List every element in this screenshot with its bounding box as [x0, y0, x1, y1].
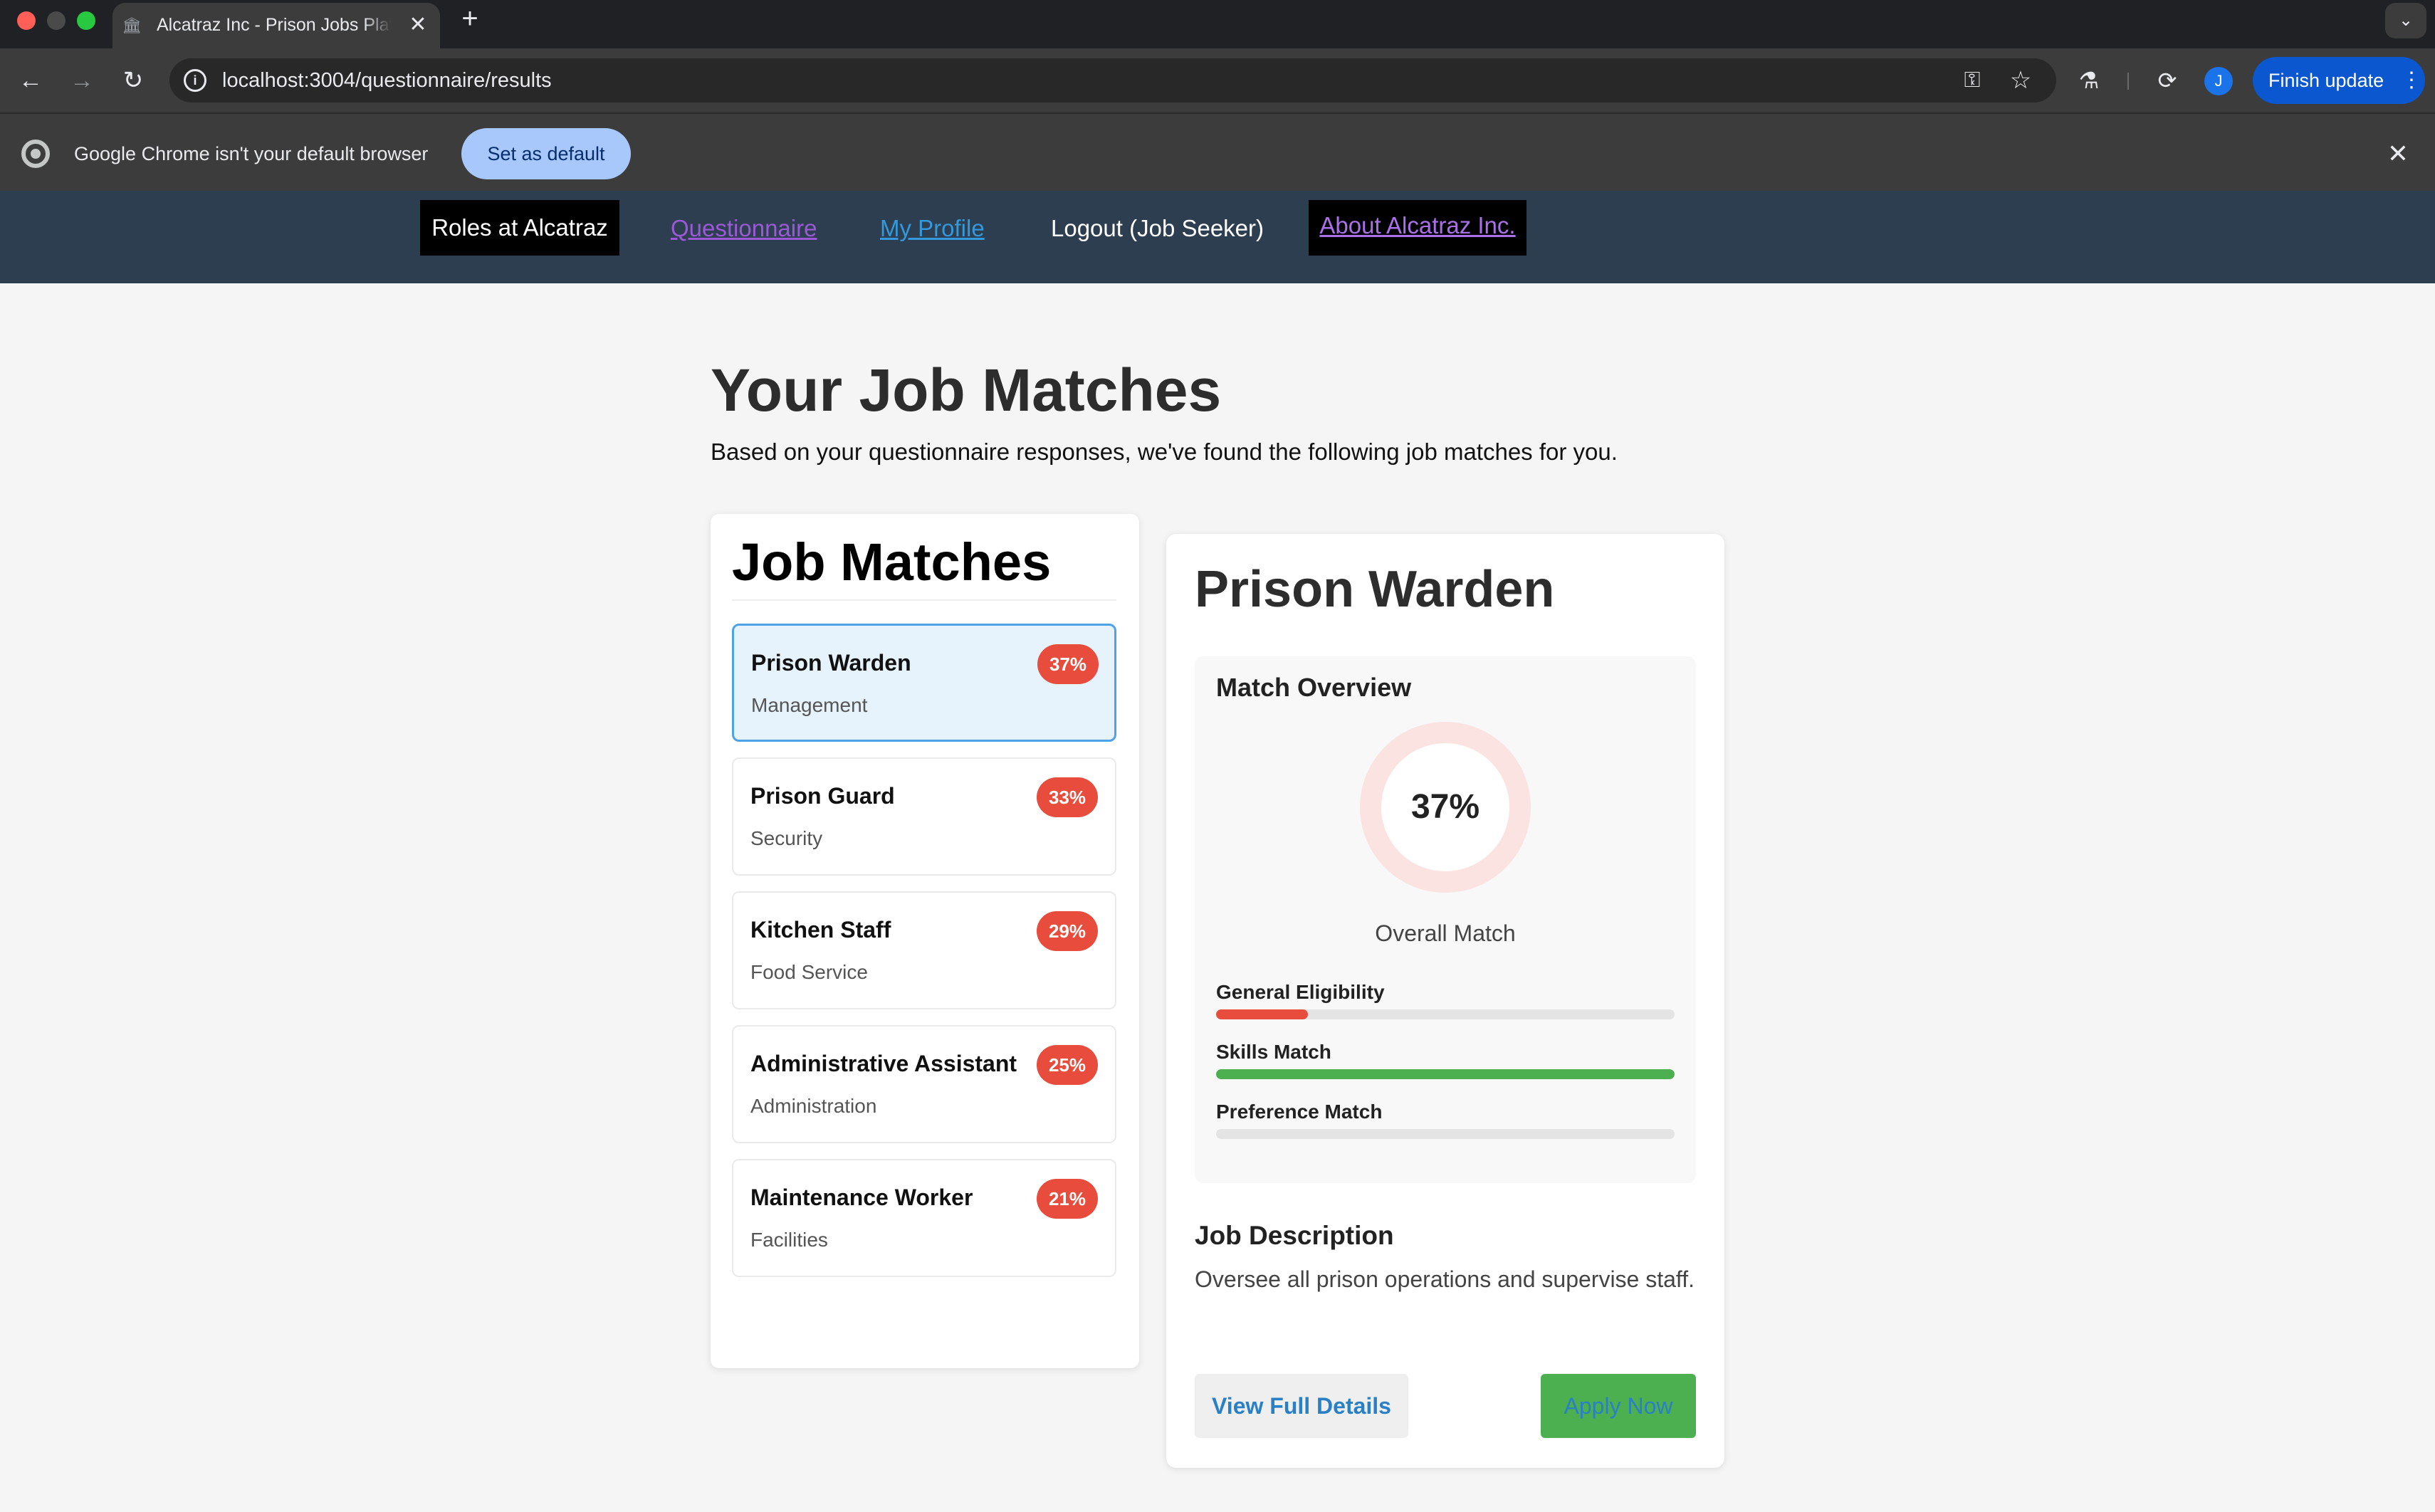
job-detail-panel: Prison Warden Match Overview 37% Overall… — [1166, 534, 1724, 1468]
page-title: Your Job Matches — [711, 357, 1222, 424]
preference-label: Preference Match — [1216, 1101, 1383, 1123]
url-text[interactable]: localhost:3004/questionnaire/results — [222, 67, 552, 94]
close-window-button[interactable] — [17, 11, 36, 30]
browser-tab-strip: 🏛 Alcatraz Inc - Prison Jobs Platform ✕ … — [0, 0, 2435, 48]
eligibility-bar — [1216, 1009, 1675, 1019]
match-overview-box: Match Overview 37% Overall Match General… — [1195, 656, 1696, 1183]
site-info-icon[interactable]: i — [184, 69, 206, 92]
match-card-kitchen-staff[interactable]: Kitchen Staff Food Service 29% — [732, 891, 1116, 1009]
toolbar-divider — [2127, 73, 2129, 90]
new-tab-button[interactable]: + — [456, 4, 484, 33]
job-detail-title: Prison Warden — [1195, 561, 1555, 618]
chrome-logo-icon — [21, 140, 50, 168]
match-title: Administrative Assistant — [750, 1051, 1017, 1076]
match-score-badge: 25% — [1037, 1045, 1098, 1085]
set-as-default-button[interactable]: Set as default — [461, 128, 631, 179]
match-score-badge: 37% — [1037, 644, 1099, 684]
view-full-details-button[interactable]: View Full Details — [1195, 1374, 1408, 1438]
browser-tab[interactable]: 🏛 Alcatraz Inc - Prison Jobs Platform ✕ — [112, 3, 440, 48]
match-title: Maintenance Worker — [750, 1185, 973, 1210]
match-title: Prison Warden — [751, 650, 911, 676]
site-navbar: Roles at Alcatraz Questionnaire My Profi… — [0, 191, 2435, 283]
job-description-text: Oversee all prison operations and superv… — [1195, 1266, 1695, 1292]
apply-now-button[interactable]: Apply Now — [1541, 1374, 1696, 1438]
job-matches-heading: Job Matches — [732, 532, 1052, 592]
default-browser-infobar: Google Chrome isn't your default browser… — [0, 112, 2435, 191]
nav-profile-link[interactable]: My Profile — [880, 212, 985, 245]
match-score-badge: 33% — [1037, 777, 1098, 817]
profile-avatar[interactable]: J — [2204, 67, 2233, 95]
skills-label: Skills Match — [1216, 1041, 1331, 1063]
match-category: Facilities — [750, 1229, 828, 1251]
minimize-window-button[interactable] — [47, 11, 66, 30]
match-card-maintenance-worker[interactable]: Maintenance Worker Facilities 21% — [732, 1159, 1116, 1277]
match-overview-title: Match Overview — [1216, 673, 1412, 702]
browser-toolbar: ← → ↻ i localhost:3004/questionnaire/res… — [0, 48, 2435, 112]
match-card-administrative-assistant[interactable]: Administrative Assistant Administration … — [732, 1025, 1116, 1143]
nav-roles-link[interactable]: Roles at Alcatraz — [420, 200, 619, 256]
performance-icon[interactable]: ⟳ — [2152, 64, 2183, 97]
finish-update-button[interactable]: Finish update ⋮ — [2253, 57, 2425, 104]
nav-logout-link[interactable]: Logout (Job Seeker) — [1051, 212, 1264, 245]
infobar-message: Google Chrome isn't your default browser — [74, 143, 429, 164]
preference-bar — [1216, 1129, 1675, 1139]
match-category: Administration — [750, 1095, 877, 1117]
match-category: Security — [750, 827, 823, 849]
forward-button[interactable]: → — [66, 64, 98, 97]
tab-title: Alcatraz Inc - Prison Jobs Platform — [157, 15, 392, 35]
eligibility-bar-fill — [1216, 1009, 1308, 1019]
match-card-prison-warden[interactable]: Prison Warden Management 37% — [732, 624, 1116, 742]
finish-update-label: Finish update — [2268, 70, 2384, 91]
match-score-badge: 21% — [1037, 1179, 1098, 1219]
labs-flask-icon[interactable]: ⚗ — [2073, 64, 2105, 97]
match-category: Food Service — [750, 961, 868, 983]
match-title: Kitchen Staff — [750, 917, 891, 943]
nav-about-link[interactable]: About Alcatraz Inc. — [1309, 200, 1527, 256]
overall-match-caption: Overall Match — [1375, 920, 1516, 946]
match-card-prison-guard[interactable]: Prison Guard Security 33% — [732, 757, 1116, 876]
maximize-window-button[interactable] — [77, 11, 95, 30]
skills-bar-fill — [1216, 1069, 1675, 1079]
job-matches-panel: Job Matches Prison Warden Management 37%… — [711, 514, 1139, 1368]
overall-match-ring: 37% — [1360, 722, 1531, 893]
tab-favicon-icon: 🏛 — [122, 16, 142, 34]
infobar-close-icon[interactable]: ✕ — [2382, 138, 2414, 169]
heading-divider — [732, 599, 1116, 601]
eligibility-label: General Eligibility — [1216, 981, 1385, 1003]
more-menu-icon[interactable]: ⋮ — [2401, 57, 2422, 104]
job-description-title: Job Description — [1195, 1221, 1394, 1250]
password-key-icon[interactable]: ⚿ — [1957, 67, 1988, 94]
nav-questionnaire-link[interactable]: Questionnaire — [671, 212, 817, 245]
back-button[interactable]: ← — [14, 64, 47, 97]
address-bar[interactable]: i localhost:3004/questionnaire/results ⚿… — [169, 58, 2056, 103]
tab-close-icon[interactable]: ✕ — [406, 13, 430, 37]
tab-search-button[interactable]: ⌄ — [2385, 3, 2426, 38]
overall-match-value: 37% — [1410, 788, 1480, 826]
reload-button[interactable]: ↻ — [117, 64, 150, 97]
match-category: Management — [751, 694, 868, 716]
page-subtitle: Based on your questionnaire responses, w… — [711, 439, 1618, 465]
skills-bar — [1216, 1069, 1675, 1079]
bookmark-star-icon[interactable]: ☆ — [2006, 67, 2035, 94]
match-title: Prison Guard — [750, 783, 895, 809]
match-score-badge: 29% — [1037, 911, 1098, 951]
